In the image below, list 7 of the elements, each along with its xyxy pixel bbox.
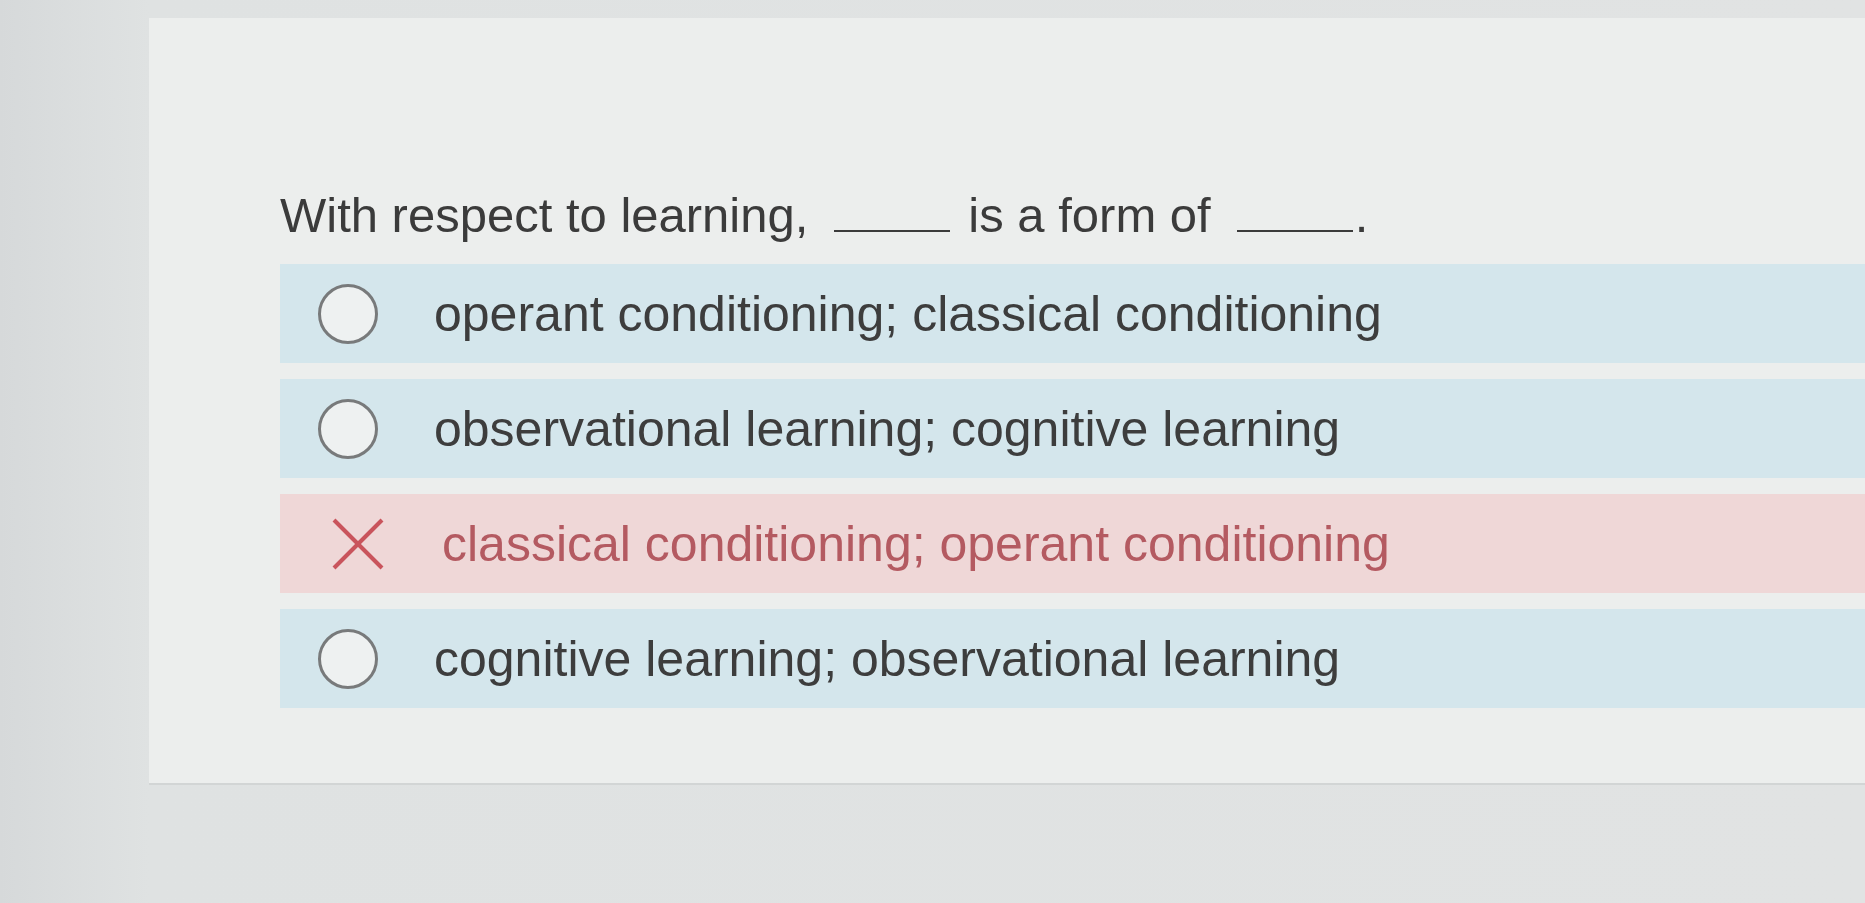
cross-icon bbox=[332, 517, 384, 570]
answer-option[interactable]: cognitive learning; observational learning bbox=[280, 609, 1865, 708]
question-text: is a form of bbox=[968, 187, 1211, 244]
answer-option[interactable]: operant conditioning; classical conditioning bbox=[280, 264, 1865, 363]
question-text: With respect to learning, bbox=[280, 187, 809, 244]
answer-option[interactable]: observational learning; cognitive learning bbox=[280, 379, 1865, 478]
question-text: . bbox=[1354, 187, 1369, 244]
